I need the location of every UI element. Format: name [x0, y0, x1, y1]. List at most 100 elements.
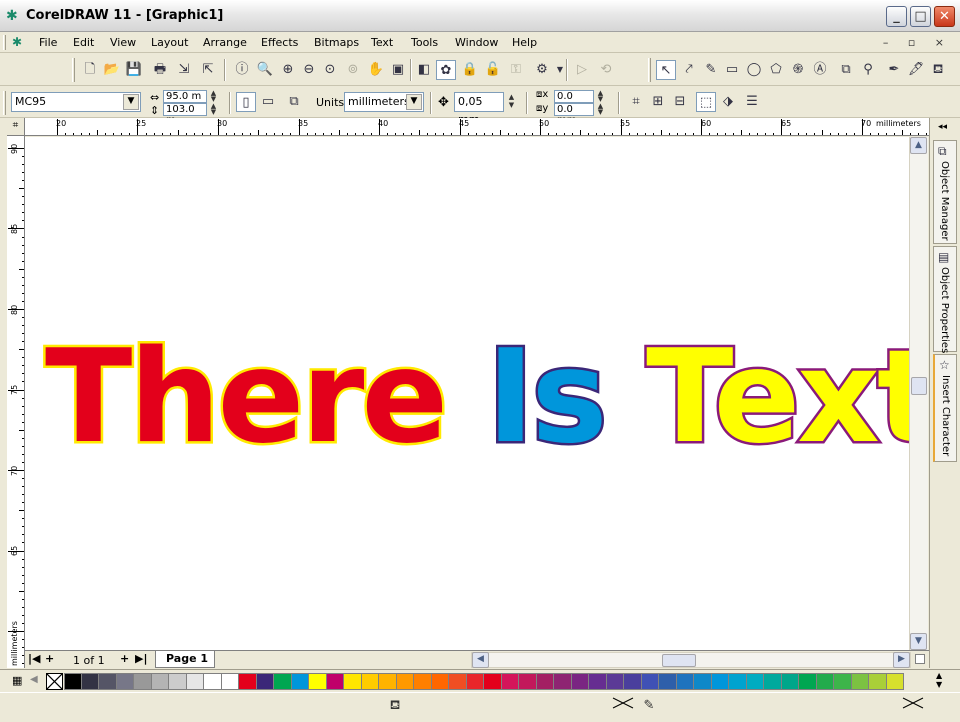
- color-swatch[interactable]: [256, 673, 274, 690]
- color-swatch[interactable]: [396, 673, 414, 690]
- color-swatch[interactable]: [659, 673, 677, 690]
- vertical-scrollbar[interactable]: ▲ ▼: [909, 137, 928, 650]
- duplicate-y-field[interactable]: 0.0 mm: [554, 103, 594, 126]
- color-swatch[interactable]: [274, 673, 292, 690]
- fill-tool-icon[interactable]: ⛾: [928, 60, 948, 80]
- menu-grip[interactable]: [3, 35, 6, 50]
- color-swatch[interactable]: [81, 673, 99, 690]
- color-swatch[interactable]: [729, 673, 747, 690]
- toolbox-grip[interactable]: [648, 58, 651, 82]
- color-swatch[interactable]: [886, 673, 904, 690]
- treat-as-filled-icon[interactable]: ⬚: [696, 92, 716, 112]
- color-swatch[interactable]: [151, 673, 169, 690]
- text-tool-icon[interactable]: Ⓐ: [810, 60, 830, 80]
- color-swatch[interactable]: [309, 673, 327, 690]
- landscape-icon[interactable]: ▭: [258, 92, 278, 112]
- docker-collapse-icon[interactable]: ◂◂: [938, 122, 947, 132]
- text-word-text[interactable]: Text: [644, 323, 909, 472]
- first-page-icon[interactable]: |◀: [28, 652, 40, 665]
- horizontal-scrollbar[interactable]: ◀ ▶: [471, 652, 911, 668]
- scroll-right-button[interactable]: ▶: [893, 652, 910, 668]
- color-swatch[interactable]: [186, 673, 204, 690]
- scroll-up-button[interactable]: ▲: [910, 137, 927, 154]
- menu-effects[interactable]: Effects: [261, 36, 298, 49]
- color-swatch[interactable]: [799, 673, 817, 690]
- print-icon[interactable]: 🖶: [150, 60, 170, 80]
- menu-bitmaps[interactable]: Bitmaps: [314, 36, 359, 49]
- menu-window[interactable]: Window: [455, 36, 498, 49]
- nudge-distance-field[interactable]: 0,05 mm: [454, 92, 504, 126]
- drawing-canvas[interactable]: There Is Text: [25, 137, 909, 650]
- property-bar-grip[interactable]: [3, 91, 6, 115]
- color-swatch[interactable]: [519, 673, 537, 690]
- eyedropper-icon[interactable]: ⚲: [858, 60, 878, 80]
- export-icon[interactable]: ⇱: [198, 60, 218, 80]
- text-word-is[interactable]: Is: [484, 323, 610, 472]
- add-page-before-icon[interactable]: +: [45, 652, 54, 665]
- color-swatch[interactable]: [169, 673, 187, 690]
- color-swatch[interactable]: [624, 673, 642, 690]
- units-select[interactable]: millimeters ▼: [344, 92, 424, 112]
- color-swatch[interactable]: [851, 673, 869, 690]
- draw-mode-icon[interactable]: ⬗: [718, 92, 738, 112]
- color-swatch[interactable]: [484, 673, 502, 690]
- color-swatch[interactable]: [746, 673, 764, 690]
- color-swatch[interactable]: [589, 673, 607, 690]
- color-swatch[interactable]: [431, 673, 449, 690]
- refresh-icon[interactable]: ⟲: [596, 60, 616, 80]
- page-tab-1[interactable]: Page 1: [155, 651, 215, 668]
- snap-to-grid-icon[interactable]: ⌗: [626, 92, 646, 112]
- color-wheel-icon[interactable]: ✿: [436, 60, 456, 80]
- color-swatch[interactable]: [466, 673, 484, 690]
- color-swatch[interactable]: [344, 673, 362, 690]
- fill-none-icon[interactable]: [610, 697, 636, 715]
- color-swatch[interactable]: [361, 673, 379, 690]
- zoom-all-icon[interactable]: ⊚: [343, 60, 363, 80]
- docker-tab-object-properties[interactable]: ▤ Object Properties: [933, 246, 957, 353]
- close-button[interactable]: ✕: [934, 6, 955, 27]
- vertical-ruler[interactable]: 90 85 80 75 70 65 millimeters: [7, 136, 25, 668]
- color-swatch[interactable]: [606, 673, 624, 690]
- color-swatch[interactable]: [711, 673, 729, 690]
- pan-hand-icon[interactable]: ✋: [366, 60, 386, 80]
- last-page-icon[interactable]: ▶|: [135, 652, 147, 665]
- page-height-field[interactable]: 103.0 m: [163, 103, 207, 126]
- zoom-icon[interactable]: 🔍: [255, 60, 275, 80]
- info-icon[interactable]: ⓘ: [232, 60, 252, 80]
- color-swatch[interactable]: [764, 673, 782, 690]
- interactive-blend-icon[interactable]: ⧉: [836, 60, 856, 80]
- maximize-button[interactable]: □: [910, 6, 931, 27]
- color-swatch[interactable]: [554, 673, 572, 690]
- color-swatch[interactable]: [571, 673, 589, 690]
- menu-layout[interactable]: Layout: [151, 36, 188, 49]
- color-swatch[interactable]: [869, 673, 887, 690]
- chevron-down-icon[interactable]: ▼: [123, 94, 139, 110]
- fill-bucket-icon[interactable]: ⛾: [382, 697, 408, 715]
- pen-tool-icon[interactable]: ✒: [884, 60, 904, 80]
- polygon-tool-icon[interactable]: ⬠: [766, 60, 786, 80]
- unlock-icon[interactable]: 🔓: [483, 60, 503, 80]
- color-swatch[interactable]: [676, 673, 694, 690]
- docker-tab-object-manager[interactable]: ⧉ Object Manager: [933, 140, 957, 244]
- color-swatch[interactable]: [204, 673, 222, 690]
- color-swatch[interactable]: [134, 673, 152, 690]
- import-icon[interactable]: ⇲: [174, 60, 194, 80]
- spiral-tool-icon[interactable]: ֍: [788, 60, 808, 80]
- zoom-page-icon[interactable]: ▣: [388, 60, 408, 80]
- palette-scroll-left-icon[interactable]: ◀: [30, 674, 38, 685]
- options-icon[interactable]: ⚙: [532, 60, 552, 80]
- no-fill-swatch[interactable]: [46, 673, 63, 690]
- snap-to-objects-icon[interactable]: ⊟: [670, 92, 690, 112]
- all-pages-icon[interactable]: ⧉: [284, 92, 304, 112]
- color-swatch[interactable]: [291, 673, 309, 690]
- mdi-window-controls[interactable]: – ▫ ×: [883, 36, 952, 49]
- menu-edit[interactable]: Edit: [73, 36, 94, 49]
- menu-help[interactable]: Help: [512, 36, 537, 49]
- menu-arrange[interactable]: Arrange: [203, 36, 247, 49]
- palette-scroll-icon[interactable]: ▲ ▼: [936, 671, 942, 689]
- chevron-down-icon[interactable]: ▼: [406, 94, 422, 110]
- full-screen-icon[interactable]: ◧: [414, 60, 434, 80]
- horizontal-scroll-thumb[interactable]: [662, 654, 696, 667]
- color-swatch[interactable]: [239, 673, 257, 690]
- rectangle-tool-icon[interactable]: ▭: [722, 60, 742, 80]
